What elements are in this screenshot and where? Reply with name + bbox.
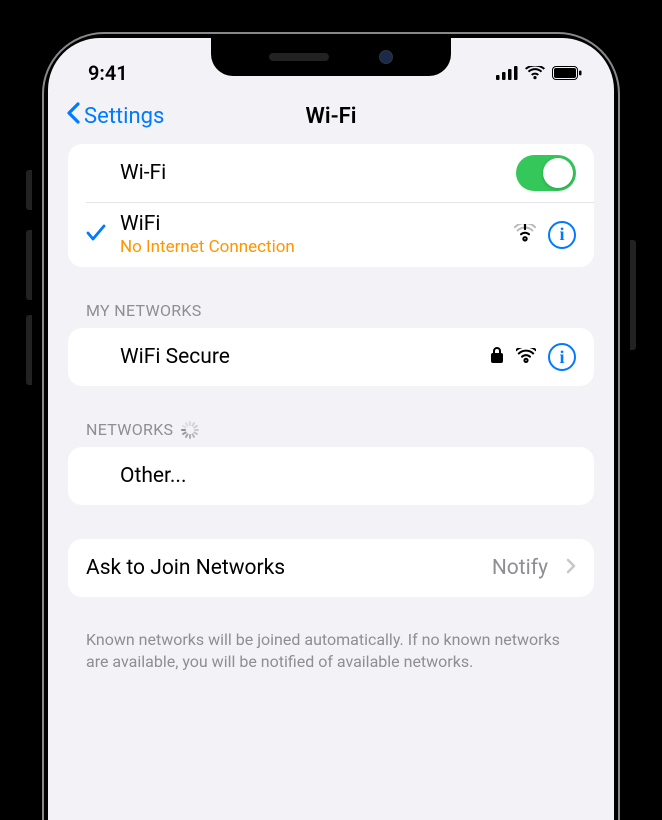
page-title: Wi-Fi bbox=[306, 104, 357, 129]
my-networks-header: My Networks bbox=[68, 301, 594, 328]
nav-bar: Settings Wi-Fi bbox=[48, 94, 614, 144]
wifi-signal-icon bbox=[516, 348, 536, 367]
status-time: 9:41 bbox=[88, 61, 128, 85]
wifi-toggle[interactable] bbox=[516, 155, 576, 191]
network-row[interactable]: WiFi Secure i bbox=[68, 328, 594, 386]
wifi-icon bbox=[525, 61, 545, 85]
chevron-right-icon bbox=[566, 558, 576, 578]
ask-to-join-value: Notify bbox=[492, 556, 548, 580]
info-button[interactable]: i bbox=[548, 343, 576, 371]
other-label: Other... bbox=[120, 464, 576, 488]
networks-header: Networks bbox=[68, 420, 594, 447]
ask-to-join-label: Ask to Join Networks bbox=[86, 556, 492, 580]
other-network-row[interactable]: Other... bbox=[68, 447, 594, 505]
cellular-icon bbox=[496, 61, 518, 85]
chevron-left-icon bbox=[66, 102, 80, 130]
checkmark-icon bbox=[86, 224, 106, 246]
ask-to-join-row[interactable]: Ask to Join Networks Notify bbox=[68, 539, 594, 597]
back-label: Settings bbox=[84, 104, 164, 129]
wifi-toggle-label: Wi-Fi bbox=[120, 161, 516, 185]
current-network-row[interactable]: WiFi No Internet Connection i bbox=[68, 202, 594, 267]
current-network-name: WiFi bbox=[120, 212, 514, 236]
wifi-toggle-row: Wi-Fi bbox=[68, 144, 594, 202]
lock-icon bbox=[490, 346, 504, 368]
info-button[interactable]: i bbox=[548, 221, 576, 249]
back-button[interactable]: Settings bbox=[66, 102, 164, 130]
wifi-warning-icon bbox=[514, 224, 536, 246]
spinner-icon bbox=[181, 421, 199, 439]
current-network-status: No Internet Connection bbox=[120, 237, 514, 257]
battery-icon bbox=[552, 61, 582, 85]
footer-text: Known networks will be joined automatica… bbox=[68, 619, 594, 672]
network-name: WiFi Secure bbox=[120, 345, 490, 369]
